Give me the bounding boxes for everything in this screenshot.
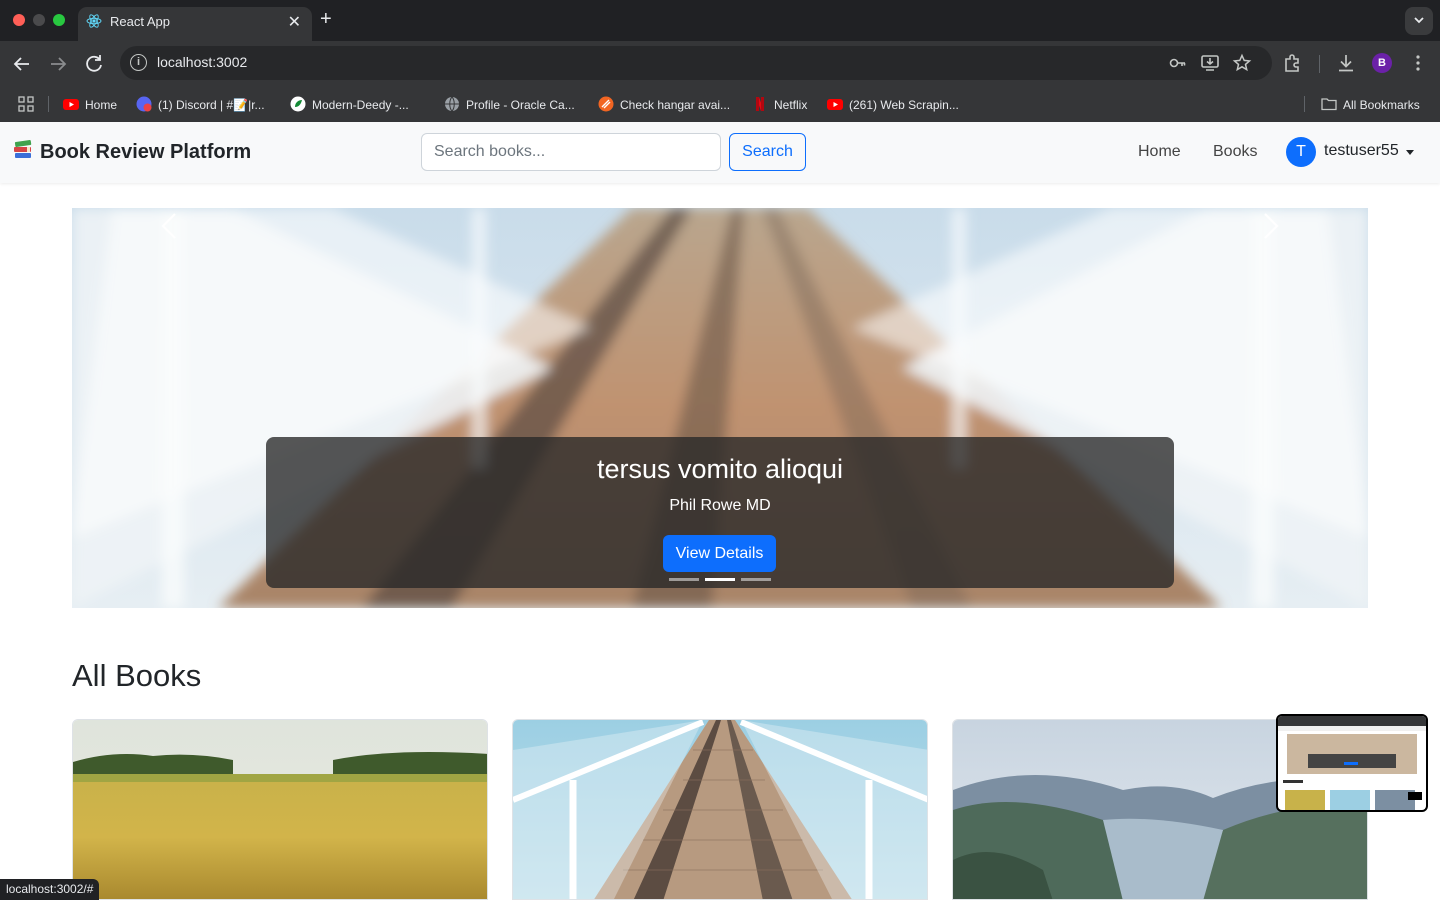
bookmarks-divider — [1304, 96, 1305, 112]
bookmark-label: (1) Discord | #📝|r... — [158, 98, 265, 112]
chevron-down-icon — [1414, 17, 1424, 24]
extensions-puzzle-icon[interactable] — [1282, 52, 1304, 74]
download-icon[interactable] — [1335, 52, 1357, 74]
bookmarks-divider — [48, 96, 49, 112]
folder-icon — [1321, 98, 1337, 111]
bookmark-item[interactable]: Netflix — [752, 96, 807, 114]
book-cover-image — [73, 720, 487, 899]
bookmark-label: Netflix — [774, 98, 808, 112]
tab-title: React App — [110, 14, 170, 29]
caret-down-icon[interactable] — [1406, 150, 1414, 155]
bookmark-item[interactable]: Check hangar avai... — [598, 96, 730, 114]
carousel-indicator-active[interactable] — [705, 578, 735, 581]
browser-tab-active[interactable]: React App ✕ — [78, 7, 312, 41]
bookmark-item[interactable]: (1) Discord | #📝|r... — [136, 96, 265, 114]
bookmark-label: Home — [85, 98, 118, 112]
close-window-button[interactable] — [13, 14, 25, 26]
minimize-window-button[interactable] — [33, 14, 45, 26]
toolbar-divider — [1319, 55, 1320, 73]
bookmark-item[interactable]: Modern-Deedy -... — [290, 96, 409, 114]
tab-search-button[interactable] — [1405, 7, 1433, 35]
all-bookmarks-label: All Bookmarks — [1343, 98, 1420, 112]
bookmark-label: Check hangar avai... — [620, 98, 731, 112]
bookmark-star-icon[interactable] — [1232, 53, 1252, 73]
carousel-next-icon[interactable] — [1252, 208, 1288, 244]
react-icon — [86, 14, 102, 28]
picture-in-picture-preview[interactable] — [1276, 714, 1428, 812]
back-arrow-icon[interactable] — [10, 52, 34, 76]
bookmark-label: Profile - Oracle Ca... — [466, 98, 575, 112]
bookmark-item[interactable]: Profile - Oracle Ca... — [444, 96, 575, 114]
all-bookmarks-button[interactable]: All Bookmarks — [1321, 96, 1420, 114]
books-icon — [14, 140, 32, 158]
youtube-icon — [63, 99, 79, 110]
apps-grid-icon[interactable] — [18, 96, 34, 112]
featured-book-author: Phil Rowe MD — [669, 497, 771, 514]
brand-link[interactable]: Book Review Platform — [12, 140, 251, 164]
install-app-icon[interactable] — [1200, 53, 1220, 73]
address-url[interactable]: localhost:3002 — [157, 54, 247, 70]
status-bar-url: localhost:3002/# — [0, 879, 100, 900]
browser-toolbar: i localhost:3002 B — [0, 41, 1440, 86]
tab-close-icon[interactable]: ✕ — [288, 12, 301, 32]
book-card[interactable] — [72, 719, 488, 900]
brand-title: Book Review Platform — [40, 141, 252, 163]
screen-preview-thumbnail — [1278, 716, 1426, 810]
globe-icon — [445, 96, 459, 112]
new-tab-button[interactable]: + — [320, 8, 332, 31]
netflix-icon — [756, 97, 764, 111]
bookmark-item[interactable]: (261) Web Scrapin... — [827, 96, 959, 114]
book-card[interactable] — [512, 719, 928, 900]
kebab-menu-icon[interactable] — [1407, 52, 1429, 74]
browser-tab-bar: React App ✕ + — [0, 0, 1440, 41]
carousel-indicator[interactable] — [741, 578, 771, 581]
bookmark-label: Modern-Deedy -... — [312, 98, 409, 112]
nav-link-books[interactable]: Books — [1213, 143, 1257, 161]
search-input[interactable] — [421, 133, 721, 171]
site-info-icon[interactable]: i — [130, 54, 147, 71]
address-bar[interactable]: i localhost:3002 — [120, 46, 1272, 80]
all-books-heading: All Books — [72, 658, 202, 693]
user-avatar[interactable]: T — [1286, 137, 1316, 167]
bookmarks-bar: Home (1) Discord | #📝|r... Modern-Deedy … — [0, 86, 1440, 122]
user-menu-toggle[interactable]: testuser55 — [1324, 142, 1399, 160]
carousel-caption: tersus vomito alioqui Phil Rowe MD View … — [266, 437, 1174, 588]
nav-link-home[interactable]: Home — [1138, 143, 1181, 161]
discord-icon — [136, 96, 152, 112]
featured-carousel: tersus vomito alioqui Phil Rowe MD View … — [72, 208, 1368, 608]
book-cover-image — [513, 720, 927, 899]
carousel-prev-icon[interactable] — [152, 208, 188, 244]
bookmark-label: (261) Web Scrapin... — [849, 98, 959, 112]
search-button[interactable]: Search — [729, 133, 806, 171]
featured-book-title: tersus vomito alioqui — [596, 454, 844, 484]
reload-icon[interactable] — [82, 52, 106, 76]
password-key-icon[interactable] — [1168, 53, 1188, 73]
carousel-indicator[interactable] — [669, 578, 699, 581]
overleaf-icon — [290, 96, 306, 112]
view-details-button[interactable]: View Details — [663, 535, 776, 572]
hangar-icon — [598, 96, 614, 112]
youtube-icon — [827, 99, 843, 110]
app-navbar: Book Review Platform Search Home Books T… — [0, 122, 1440, 183]
profile-avatar[interactable]: B — [1372, 53, 1392, 73]
maximize-window-button[interactable] — [53, 14, 65, 26]
bookmark-item[interactable]: Home — [63, 96, 117, 114]
forward-arrow-icon[interactable] — [46, 52, 70, 76]
